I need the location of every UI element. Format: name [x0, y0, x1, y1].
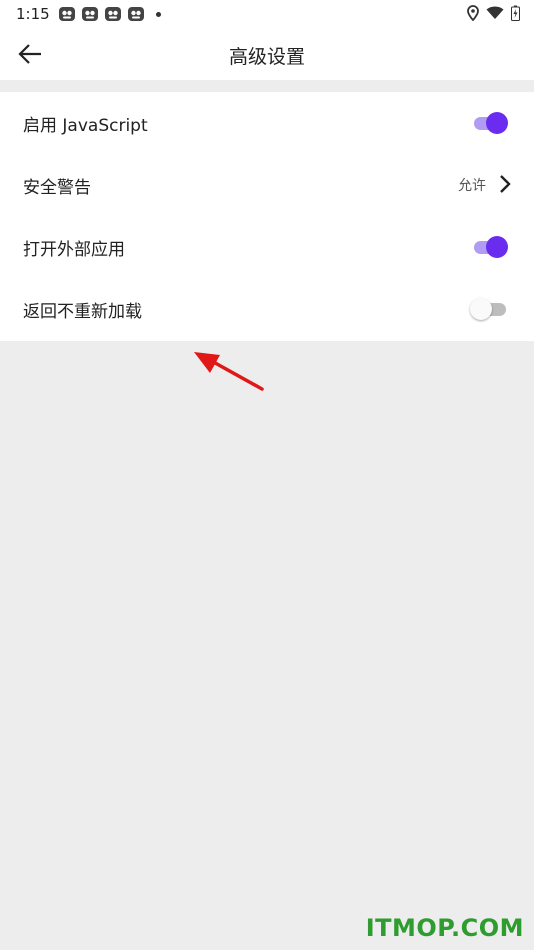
wifi-icon [486, 6, 504, 19]
javascript-toggle[interactable] [472, 110, 508, 136]
page-title: 高级设置 [228, 46, 305, 68]
setting-security-warning[interactable]: 安全警告 允许 [0, 154, 534, 216]
settings-list: 启用 JavaScript 安全警告 允许 打开外部应用 返回不重新加载 [0, 92, 534, 341]
annotation-arrow-icon [194, 352, 264, 391]
setting-value: 允许 [458, 178, 486, 194]
location-icon [467, 5, 479, 21]
app-notification-icon [82, 7, 98, 21]
external-apps-toggle[interactable] [472, 234, 508, 260]
status-bar: 1:15 [0, 0, 534, 28]
status-time: 1:15 [16, 5, 50, 23]
chevron-right-icon [500, 175, 511, 193]
setting-open-external-apps[interactable]: 打开外部应用 [0, 216, 534, 278]
section-divider [0, 80, 534, 92]
setting-label: 安全警告 [23, 177, 91, 198]
setting-label: 打开外部应用 [23, 239, 125, 260]
app-bar: 高级设置 [0, 28, 534, 80]
setting-enable-javascript[interactable]: 启用 JavaScript [0, 92, 534, 154]
setting-label: 启用 JavaScript [23, 115, 148, 136]
more-notifications-dot [156, 11, 161, 17]
setting-label: 返回不重新加载 [23, 301, 142, 322]
app-notification-icon [128, 7, 144, 21]
app-notification-icon [105, 7, 121, 21]
setting-no-reload-on-back[interactable]: 返回不重新加载 [0, 278, 534, 340]
app-notification-icon [59, 7, 75, 21]
battery-icon [511, 5, 520, 21]
system-icons [467, 5, 520, 21]
watermark: ITMOP.COM [365, 914, 524, 942]
notification-icons [58, 5, 161, 23]
no-reload-toggle[interactable] [470, 296, 508, 322]
